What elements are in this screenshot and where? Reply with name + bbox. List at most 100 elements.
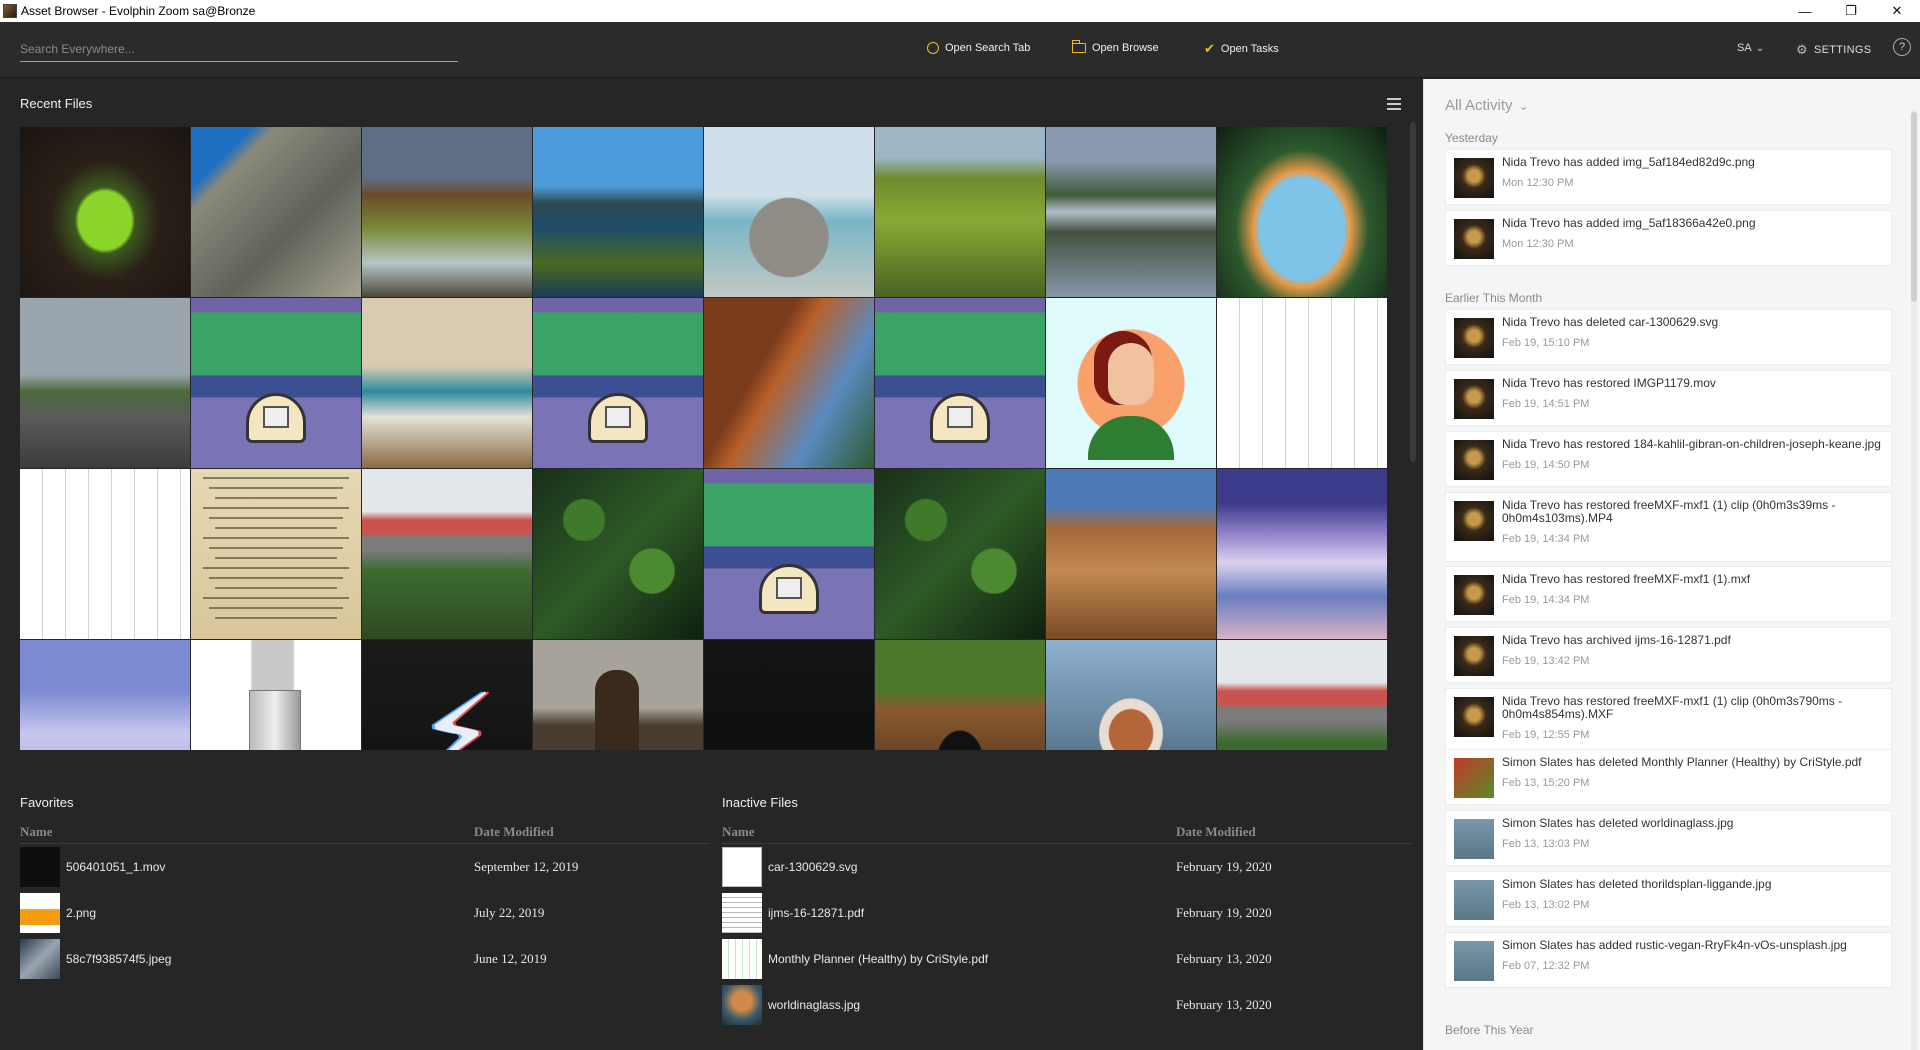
activity-item[interactable]: Nida Trevo has deleted car-1300629.svg Fe… xyxy=(1445,309,1892,365)
recent-file-tile[interactable] xyxy=(533,127,703,297)
activity-time: Feb 19, 14:51 PM xyxy=(1502,398,1590,410)
activity-time: Feb 19, 14:50 PM xyxy=(1502,459,1590,471)
inactive-name-cell: Monthly Planner (Healthy) by CriStyle.pd… xyxy=(722,939,1176,979)
favorites-row[interactable]: 2.png July 22, 2019 xyxy=(20,890,710,936)
activity-message: Nida Trevo has restored IMGP1179.mov xyxy=(1502,376,1716,390)
favorites-col-name[interactable]: Name xyxy=(20,824,474,843)
activity-item[interactable]: Nida Trevo has archived ijms-16-12871.pd… xyxy=(1445,627,1892,683)
minimize-button[interactable]: — xyxy=(1782,0,1828,22)
inactive-col-date[interactable]: Date Modified xyxy=(1176,824,1256,843)
recent-file-tile[interactable] xyxy=(704,127,874,297)
activity-item[interactable]: Nida Trevo has restored 184-kahlil-gibra… xyxy=(1445,431,1892,487)
inactive-file-name: car-1300629.svg xyxy=(768,860,858,874)
recent-file-tile[interactable] xyxy=(191,298,361,468)
recent-file-tile[interactable]: ⚡ xyxy=(362,640,532,750)
recent-file-tile[interactable] xyxy=(191,469,361,639)
recent-file-tile[interactable] xyxy=(533,298,703,468)
activity-thumbnail xyxy=(1454,379,1494,419)
search-input[interactable] xyxy=(20,36,458,62)
activity-item[interactable]: Simon Slates has deleted worldinaglass.j… xyxy=(1445,810,1892,866)
recent-file-tile[interactable] xyxy=(1046,640,1216,750)
file-thumbnail xyxy=(722,847,762,887)
recent-file-tile[interactable] xyxy=(20,127,190,297)
recent-files-scrollbar[interactable] xyxy=(1410,112,1418,742)
recent-file-tile[interactable] xyxy=(875,298,1045,468)
recent-file-tile[interactable] xyxy=(191,127,361,297)
inactive-date-cell: February 13, 2020 xyxy=(1176,997,1272,1012)
recent-file-tile[interactable] xyxy=(191,640,361,750)
activity-item[interactable]: Nida Trevo has restored freeMXF-mxf1 (1)… xyxy=(1445,566,1892,622)
activity-filter-dropdown[interactable]: All Activity ⌄ xyxy=(1445,97,1529,114)
folder-icon xyxy=(1071,40,1086,53)
inactive-row[interactable]: Monthly Planner (Healthy) by CriStyle.pd… xyxy=(722,936,1412,982)
activity-message: Nida Trevo has added img_5af18366a42e0.p… xyxy=(1502,216,1756,230)
activity-thumbnail xyxy=(1454,501,1494,541)
open-browse-button[interactable]: Open Browse xyxy=(1071,40,1159,54)
recent-file-tile[interactable] xyxy=(1046,469,1216,639)
recent-file-tile[interactable] xyxy=(362,298,532,468)
inactive-row[interactable]: ijms-16-12871.pdf February 19, 2020 xyxy=(722,890,1412,936)
user-menu[interactable]: SA ⌄ xyxy=(1737,42,1764,54)
activity-item[interactable]: Nida Trevo has restored IMGP1179.mov Feb … xyxy=(1445,370,1892,426)
activity-message: Simon Slates has deleted Monthly Planner… xyxy=(1502,755,1862,769)
activity-thumbnail xyxy=(1454,758,1494,798)
activity-message: Nida Trevo has archived ijms-16-12871.pd… xyxy=(1502,633,1731,647)
recent-file-tile[interactable] xyxy=(704,298,874,468)
recent-file-tile[interactable] xyxy=(1046,298,1216,468)
activity-item[interactable]: Simon Slates has deleted Monthly Planner… xyxy=(1445,749,1892,805)
favorites-date-cell: September 12, 2019 xyxy=(474,859,579,874)
activity-time: Feb 19, 15:10 PM xyxy=(1502,337,1590,349)
maximize-button[interactable]: ❐ xyxy=(1828,0,1874,22)
recent-file-tile[interactable] xyxy=(362,127,532,297)
favorites-title: Favorites xyxy=(20,795,74,810)
open-search-tab-button[interactable]: Open Search Tab xyxy=(927,42,1030,54)
recent-file-tile[interactable] xyxy=(1217,640,1387,750)
recent-file-tile[interactable] xyxy=(1217,127,1387,297)
activity-time: Feb 13, 15:20 PM xyxy=(1502,777,1590,789)
recent-file-tile[interactable] xyxy=(875,469,1045,639)
help-button[interactable]: ? xyxy=(1893,38,1911,56)
activity-time: Mon 12:30 PM xyxy=(1502,177,1574,189)
recent-file-tile[interactable] xyxy=(875,127,1045,297)
favorites-date-cell: June 12, 2019 xyxy=(474,951,547,966)
list-view-icon[interactable] xyxy=(1387,98,1401,110)
favorites-name-cell: 506401051_1.mov xyxy=(20,847,474,887)
settings-button[interactable]: ⚙ SETTINGS xyxy=(1796,42,1871,58)
recent-file-tile[interactable] xyxy=(1217,469,1387,639)
recent-file-tile[interactable] xyxy=(20,298,190,468)
favorites-col-date[interactable]: Date Modified xyxy=(474,824,554,843)
inactive-row[interactable]: car-1300629.svg February 19, 2020 xyxy=(722,844,1412,890)
favorites-row[interactable]: 58c7f938574f5.jpeg June 12, 2019 xyxy=(20,936,710,982)
inactive-files-title: Inactive Files xyxy=(722,795,798,810)
recent-file-tile[interactable] xyxy=(704,469,874,639)
activity-item[interactable]: Simon Slates has deleted thorildsplan-li… xyxy=(1445,871,1892,927)
activity-scrollbar[interactable] xyxy=(1911,110,1917,1050)
recent-file-tile[interactable] xyxy=(20,469,190,639)
activity-message: Nida Trevo has restored freeMXF-mxf1 (1)… xyxy=(1502,498,1836,525)
file-thumbnail xyxy=(722,939,762,979)
favorites-name-cell: 2.png xyxy=(20,893,474,933)
recent-file-tile[interactable] xyxy=(20,640,190,750)
favorites-name-cell: 58c7f938574f5.jpeg xyxy=(20,939,474,979)
close-button[interactable]: ✕ xyxy=(1874,0,1920,22)
activity-message: Nida Trevo has restored freeMXF-mxf1 (1)… xyxy=(1502,694,1843,721)
activity-item[interactable]: Simon Slates has added rustic-vegan-RryF… xyxy=(1445,932,1892,988)
recent-file-tile[interactable] xyxy=(875,640,1045,750)
recent-file-tile[interactable] xyxy=(362,469,532,639)
inactive-name-cell: ijms-16-12871.pdf xyxy=(722,893,1176,933)
file-thumbnail xyxy=(722,985,762,1025)
activity-thumbnail xyxy=(1454,219,1494,259)
recent-file-tile[interactable] xyxy=(1217,298,1387,468)
activity-item[interactable]: Nida Trevo has restored freeMXF-mxf1 (1)… xyxy=(1445,688,1892,758)
recent-file-tile[interactable] xyxy=(533,469,703,639)
activity-item[interactable]: Nida Trevo has added img_5af184ed82d9c.p… xyxy=(1445,149,1892,205)
activity-item[interactable]: Nida Trevo has added img_5af18366a42e0.p… xyxy=(1445,210,1892,266)
recent-file-tile[interactable] xyxy=(704,640,874,750)
activity-item[interactable]: Nida Trevo has restored freeMXF-mxf1 (1)… xyxy=(1445,492,1892,562)
recent-file-tile[interactable] xyxy=(533,640,703,750)
inactive-col-name[interactable]: Name xyxy=(722,824,1176,843)
inactive-row[interactable]: worldinaglass.jpg February 13, 2020 xyxy=(722,982,1412,1028)
open-tasks-button[interactable]: ✔ Open Tasks xyxy=(1204,42,1279,55)
recent-file-tile[interactable] xyxy=(1046,127,1216,297)
favorites-row[interactable]: 506401051_1.mov September 12, 2019 xyxy=(20,844,710,890)
